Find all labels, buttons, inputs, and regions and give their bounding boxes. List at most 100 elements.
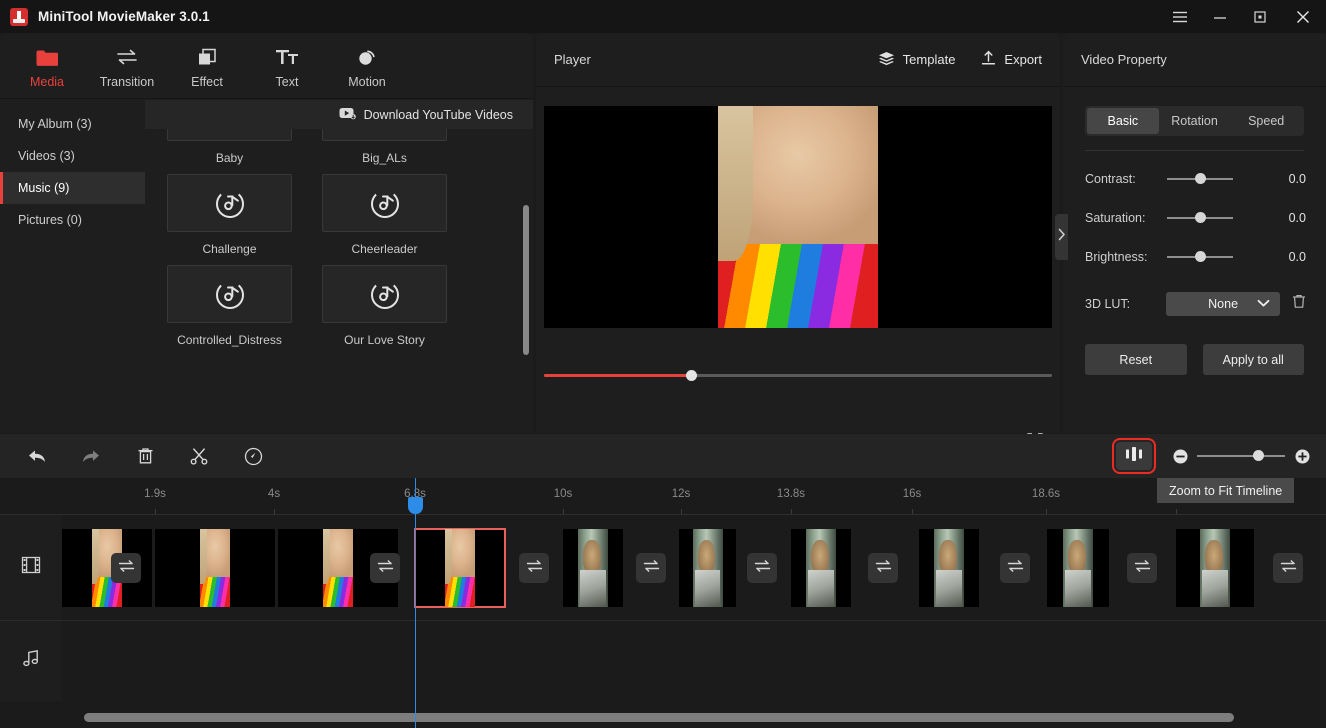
saturation-row: Saturation: 0.0 <box>1085 207 1306 229</box>
transition-arrows-icon <box>1007 559 1024 578</box>
zoom-to-fit-button[interactable] <box>1116 442 1152 470</box>
saturation-slider[interactable] <box>1167 211 1233 225</box>
lut-select[interactable]: None <box>1166 292 1280 316</box>
playhead-handle[interactable] <box>408 497 423 514</box>
category-label: My Album (3) <box>18 117 92 131</box>
apply-to-all-button[interactable]: Apply to all <box>1203 344 1305 375</box>
transition-button[interactable] <box>747 553 777 583</box>
speed-button[interactable] <box>236 441 270 471</box>
lut-row: 3D LUT: None <box>1085 292 1306 316</box>
zoom-in-button[interactable] <box>1292 449 1312 464</box>
media-item[interactable]: Baby <box>167 129 292 165</box>
timeline-clip[interactable] <box>1176 529 1254 607</box>
transition-button[interactable] <box>868 553 898 583</box>
video-preview[interactable] <box>544 106 1052 328</box>
ruler-tick: 12s <box>672 488 691 500</box>
property-actions: Reset Apply to all <box>1085 344 1304 375</box>
divider <box>1085 150 1304 151</box>
film-strip-icon <box>21 555 41 580</box>
zoom-out-button[interactable] <box>1170 449 1190 464</box>
media-scrollbar[interactable] <box>523 205 529 355</box>
folder-icon <box>36 46 58 68</box>
contrast-slider[interactable] <box>1167 172 1233 186</box>
slider-handle[interactable] <box>1195 173 1206 184</box>
player-header: Player Template Export <box>536 33 1060 87</box>
audio-track[interactable] <box>62 621 1326 701</box>
timeline-clip[interactable] <box>155 529 275 607</box>
timeline: 1.9s 4s 6.8s 10s 12s 13.8s 16s 18.6s <box>0 478 1326 728</box>
contrast-row: Contrast: 0.0 <box>1085 168 1306 190</box>
slider-handle[interactable] <box>1195 251 1206 262</box>
tab-speed[interactable]: Speed <box>1230 108 1302 134</box>
apply-label: Apply to all <box>1223 353 1284 367</box>
text-tt-icon <box>275 46 299 68</box>
music-note-circle-icon <box>167 129 292 141</box>
export-button[interactable]: Export <box>981 50 1042 69</box>
media-item-label: Cheerleader <box>322 242 447 256</box>
brightness-label: Brightness: <box>1085 250 1167 264</box>
transition-button[interactable] <box>1273 553 1303 583</box>
media-item[interactable]: Our Love Story <box>322 265 447 347</box>
undo-button[interactable] <box>20 441 54 471</box>
slider-handle[interactable] <box>1195 212 1206 223</box>
preview-frame-image <box>718 106 878 328</box>
transition-button[interactable] <box>1127 553 1157 583</box>
category-item-videos[interactable]: Videos (3) <box>0 140 145 172</box>
template-label: Template <box>903 52 956 67</box>
category-item-music[interactable]: Music (9) <box>0 172 145 204</box>
timeline-clip[interactable] <box>563 529 623 607</box>
export-upload-icon <box>981 50 996 69</box>
download-youtube-button[interactable]: Download YouTube Videos <box>145 100 533 129</box>
transition-arrows-icon <box>643 559 660 578</box>
seek-handle[interactable] <box>686 370 697 381</box>
close-icon[interactable] <box>1280 0 1326 33</box>
transition-button[interactable] <box>1000 553 1030 583</box>
category-item-pictures[interactable]: Pictures (0) <box>0 204 145 236</box>
property-header: Video Property <box>1063 33 1326 87</box>
tab-effect[interactable]: Effect <box>172 42 242 89</box>
timeline-ruler[interactable]: 1.9s 4s 6.8s 10s 12s 13.8s 16s 18.6s <box>0 478 1326 515</box>
category-item-my-album[interactable]: My Album (3) <box>0 108 145 140</box>
media-item[interactable]: Controlled_Distress <box>167 265 292 347</box>
tab-basic[interactable]: Basic <box>1087 108 1159 134</box>
zoom-slider[interactable] <box>1197 449 1285 463</box>
timeline-clip-selected[interactable] <box>415 529 505 607</box>
media-item[interactable]: Big_ALs <box>322 129 447 165</box>
tab-media[interactable]: Media <box>12 42 82 89</box>
split-button[interactable] <box>182 441 216 471</box>
brightness-slider[interactable] <box>1167 250 1233 264</box>
download-youtube-label: Download YouTube Videos <box>364 108 513 122</box>
media-item[interactable]: Cheerleader <box>322 174 447 256</box>
panel-collapse-handle[interactable] <box>1055 214 1068 260</box>
video-track[interactable] <box>62 515 1326 621</box>
delete-button[interactable] <box>128 441 162 471</box>
transition-button[interactable] <box>111 553 141 583</box>
template-button[interactable]: Template <box>878 51 956 69</box>
tooltip: Zoom to Fit Timeline <box>1157 478 1294 503</box>
player-title: Player <box>554 52 591 67</box>
tab-text[interactable]: Text <box>252 42 322 89</box>
tab-rotation[interactable]: Rotation <box>1159 108 1231 134</box>
transition-button[interactable] <box>370 553 400 583</box>
playhead[interactable] <box>415 478 416 728</box>
reset-button[interactable]: Reset <box>1085 344 1187 375</box>
hamburger-menu-icon[interactable] <box>1160 0 1200 33</box>
timeline-clip[interactable] <box>791 529 851 607</box>
minimize-icon[interactable] <box>1200 0 1240 33</box>
transition-button[interactable] <box>636 553 666 583</box>
timeline-horizontal-scrollbar[interactable] <box>84 713 1234 722</box>
timeline-clip[interactable] <box>679 529 736 607</box>
timeline-clip[interactable] <box>1047 529 1109 607</box>
seek-bar[interactable] <box>544 371 1052 381</box>
tab-transition[interactable]: Transition <box>92 42 162 89</box>
redo-button[interactable] <box>74 441 108 471</box>
timeline-clip[interactable] <box>919 529 979 607</box>
export-label: Export <box>1004 52 1042 67</box>
media-item[interactable]: Challenge <box>167 174 292 256</box>
media-body: My Album (3) Videos (3) Music (9) Pictur… <box>0 100 533 433</box>
zoom-handle[interactable] <box>1253 450 1264 461</box>
maximize-icon[interactable] <box>1240 0 1280 33</box>
transition-button[interactable] <box>519 553 549 583</box>
tab-motion[interactable]: Motion <box>332 42 402 89</box>
trash-icon[interactable] <box>1292 294 1306 314</box>
